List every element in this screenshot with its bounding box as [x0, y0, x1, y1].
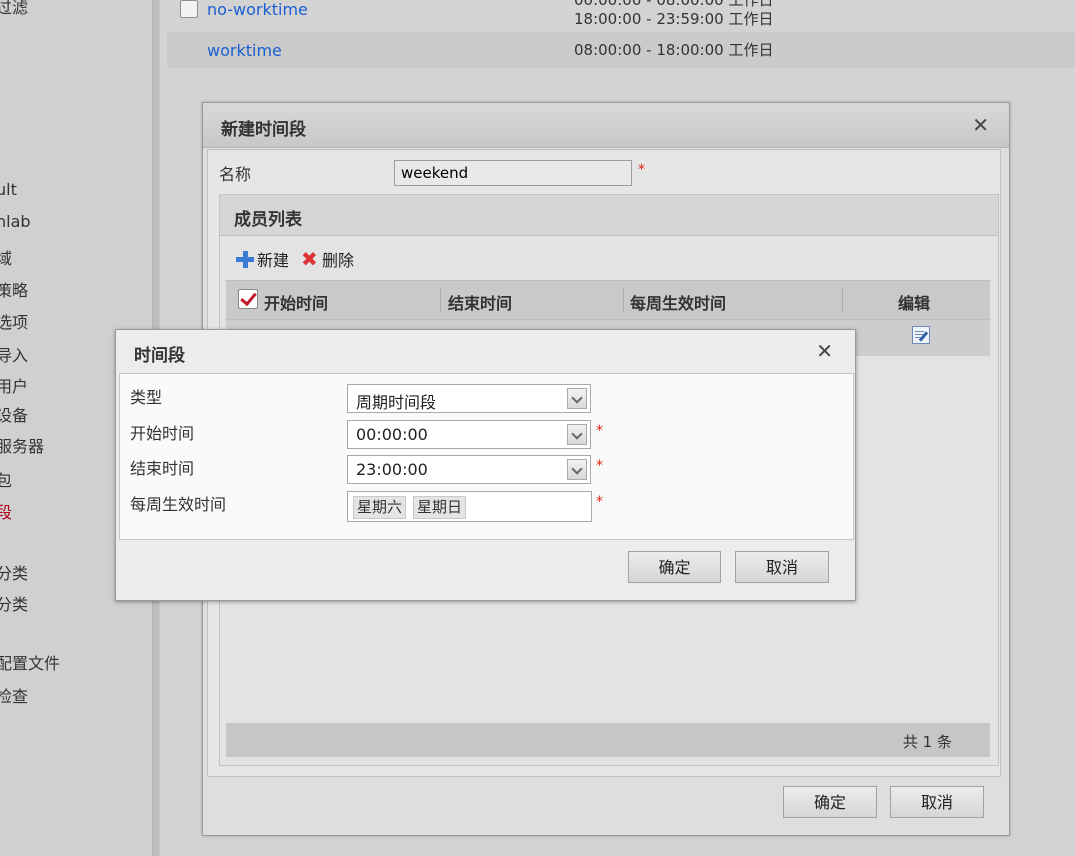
sidebar-item[interactable]: 服务器	[0, 433, 44, 457]
cancel-button[interactable]: 取消	[890, 786, 984, 818]
required-mark: *	[596, 494, 603, 510]
column-header-end[interactable]: 结束时间	[448, 290, 512, 314]
column-separator	[623, 287, 624, 313]
sidebar-item[interactable]: 包	[0, 467, 12, 491]
dialog-header: 新建时间段 ✕	[203, 103, 1009, 148]
sidebar-item[interactable]: 选项	[0, 309, 28, 333]
chevron-down-icon[interactable]	[567, 388, 587, 409]
column-header-edit: 编辑	[898, 294, 931, 313]
dialog-title: 时间段	[134, 346, 185, 366]
sidebar-item[interactable]: 用户	[0, 373, 28, 397]
grid-footer: 共 1 条	[226, 723, 990, 757]
chevron-down-icon[interactable]	[567, 459, 587, 480]
sidebar-item[interactable]: 过滤	[0, 0, 28, 18]
row-checkbox[interactable]	[180, 0, 198, 18]
ok-button[interactable]: 确定	[628, 551, 721, 583]
type-value: 周期时间段	[356, 393, 437, 412]
sidebar-item[interactable]: 配置文件	[0, 650, 60, 674]
required-mark: *	[638, 162, 645, 178]
sidebar-item[interactable]: nlab	[0, 212, 31, 231]
dialog-title: 新建时间段	[221, 120, 306, 140]
chevron-down-icon[interactable]	[567, 424, 587, 445]
column-separator	[440, 287, 441, 313]
time-range-dialog: 时间段 ✕ 类型 周期时间段 开始时间 00:00:00 * 结束时间 23:0…	[115, 329, 856, 601]
row-time-line: 00:00:00 - 08:00:00 工作日	[574, 0, 774, 9]
weekday-multiselect[interactable]: 星期六 星期日	[347, 491, 592, 522]
plus-icon	[236, 250, 254, 268]
sidebar-item[interactable]: 域	[0, 245, 12, 269]
row-time-line: 18:00:00 - 23:59:00 工作日	[574, 10, 774, 28]
member-list-title: 成员列表	[234, 210, 302, 230]
start-time-label: 开始时间	[130, 424, 195, 443]
column-header-weekdays[interactable]: 每周生效时间	[630, 290, 726, 314]
end-time-select[interactable]: 23:00:00	[347, 455, 591, 484]
select-all-checkbox[interactable]	[238, 289, 258, 309]
sidebar-item[interactable]: 分类	[0, 560, 28, 584]
table-row[interactable]: worktime 08:00:00 - 18:00:00 工作日	[167, 32, 1075, 68]
name-label: 名称	[219, 165, 252, 184]
column-header-start[interactable]: 开始时间	[264, 290, 328, 314]
weekday-tag[interactable]: 星期日	[413, 496, 467, 519]
new-label: 新建	[257, 251, 290, 270]
dialog-header: 时间段 ✕	[116, 330, 855, 372]
weekday-tag[interactable]: 星期六	[353, 496, 407, 519]
close-icon[interactable]: ✕	[816, 341, 833, 361]
required-mark: *	[596, 423, 603, 439]
sidebar-item[interactable]: 分类	[0, 591, 28, 615]
sidebar-item[interactable]: 设备	[0, 402, 28, 426]
edit-icon[interactable]	[912, 326, 930, 344]
new-member-button[interactable]: 新建	[236, 247, 289, 271]
end-time-label: 结束时间	[130, 459, 195, 478]
row-time-line: 08:00:00 - 18:00:00 工作日	[574, 41, 774, 59]
delete-member-button[interactable]: ✖ 删除	[301, 247, 354, 271]
grid-header: 开始时间 结束时间 每周生效时间 编辑	[226, 280, 990, 320]
delete-icon: ✖	[301, 247, 318, 271]
type-select[interactable]: 周期时间段	[347, 384, 591, 413]
sidebar-item-active[interactable]: 段	[0, 499, 12, 523]
column-separator	[842, 287, 843, 313]
sidebar-item[interactable]: 导入	[0, 342, 28, 366]
end-time-value: 23:00:00	[356, 460, 428, 479]
cancel-button[interactable]: 取消	[735, 551, 829, 583]
row-name-link[interactable]: worktime	[207, 41, 282, 60]
close-icon[interactable]: ✕	[972, 115, 989, 135]
dialog-body: 类型 周期时间段 开始时间 00:00:00 * 结束时间 23:00:00 *…	[119, 373, 854, 540]
ok-button[interactable]: 确定	[783, 786, 877, 818]
table-row[interactable]: no-worktime 00:00:00 - 08:00:00 工作日 18:0…	[167, 0, 1075, 31]
sidebar-item[interactable]: ult	[0, 180, 17, 199]
row-name-link[interactable]: no-worktime	[207, 0, 308, 19]
delete-label: 删除	[322, 251, 355, 270]
start-time-select[interactable]: 00:00:00	[347, 420, 591, 449]
type-label: 类型	[130, 388, 163, 407]
weekday-label: 每周生效时间	[130, 495, 227, 514]
required-mark: *	[596, 458, 603, 474]
total-count: 共 1 条	[902, 733, 952, 751]
name-input[interactable]	[394, 160, 632, 186]
sidebar-item[interactable]: 检查	[0, 683, 28, 707]
member-list-header: 成员列表	[220, 195, 998, 236]
start-time-value: 00:00:00	[356, 425, 428, 444]
sidebar-item[interactable]: 策略	[0, 277, 28, 301]
